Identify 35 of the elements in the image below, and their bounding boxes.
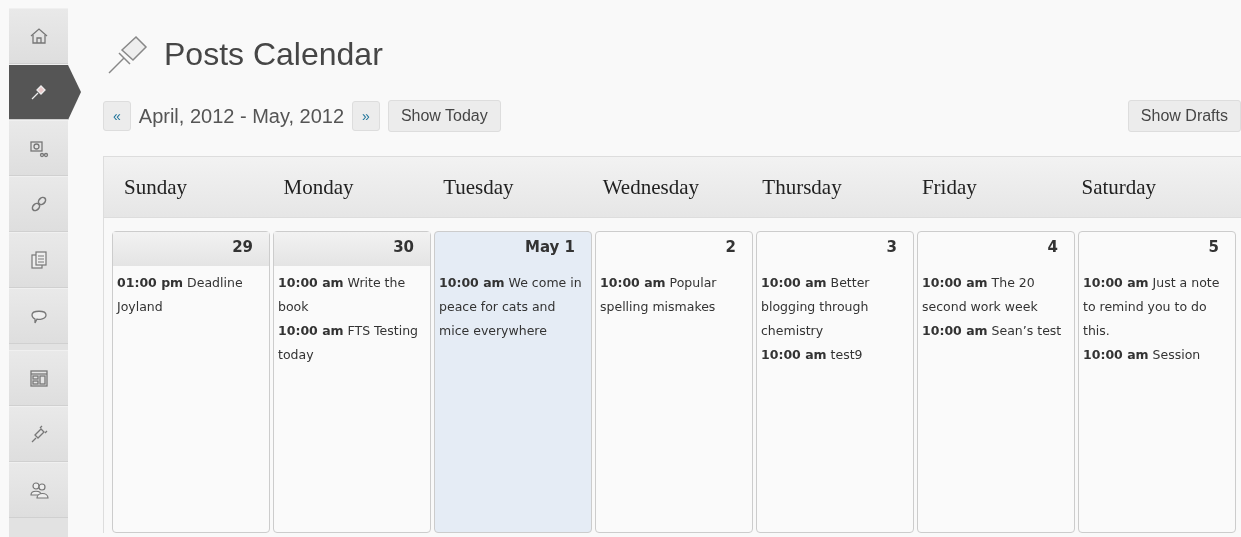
post-entry[interactable]: 10:00 am FTS Testing today [278, 319, 426, 367]
post-entry[interactable]: 10:00 am Write the book [278, 271, 426, 319]
weekday-header: Thursday [762, 174, 843, 200]
people-icon [28, 480, 49, 500]
day-number: 3 [885, 237, 898, 258]
day-number: 4 [1046, 237, 1059, 258]
previous-button[interactable]: « [103, 101, 131, 131]
post-entry[interactable]: 10:00 am Session [1083, 343, 1231, 367]
date-range: April, 2012 - May, 2012 [138, 104, 345, 128]
weekday-header: Monday [283, 174, 355, 200]
weekday-header: Friday [921, 174, 978, 200]
post-entry[interactable]: 10:00 am Sean’s test [922, 319, 1070, 343]
weekday-header: Saturday [1081, 174, 1158, 200]
show-today-button[interactable]: Show Today [387, 100, 501, 132]
page-title: Posts Calendar [164, 35, 383, 73]
post-entry[interactable]: 10:00 am Popular spelling mismakes [600, 271, 748, 319]
day-number: 2 [724, 237, 737, 258]
pages-icon [28, 250, 49, 270]
post-entry[interactable]: 10:00 am The 20 second work week [922, 271, 1070, 319]
layout-icon [28, 368, 49, 388]
post-entry[interactable]: 10:00 am Just a note to remind you to do this. [1083, 271, 1231, 343]
day-number: 30 [274, 232, 430, 266]
camera-music-icon [28, 138, 49, 158]
weekday-header: Wednesday [602, 174, 700, 200]
show-drafts-button[interactable]: Show Drafts [1127, 100, 1241, 132]
day-number: 5 [1207, 237, 1220, 258]
day-number: 29 [113, 232, 269, 266]
post-entry[interactable]: 01:00 pm Deadline Joyland [117, 271, 265, 319]
day-number: May 1 [523, 237, 576, 258]
post-entry[interactable]: 10:00 am We come in peace for cats and mice everywhere [439, 271, 587, 343]
post-entry[interactable]: 10:00 am test9 [761, 343, 909, 367]
weekday-header: Tuesday [443, 174, 515, 200]
home-icon [28, 26, 49, 46]
weekday-header: Sunday [124, 174, 188, 200]
next-button[interactable]: » [352, 101, 380, 131]
